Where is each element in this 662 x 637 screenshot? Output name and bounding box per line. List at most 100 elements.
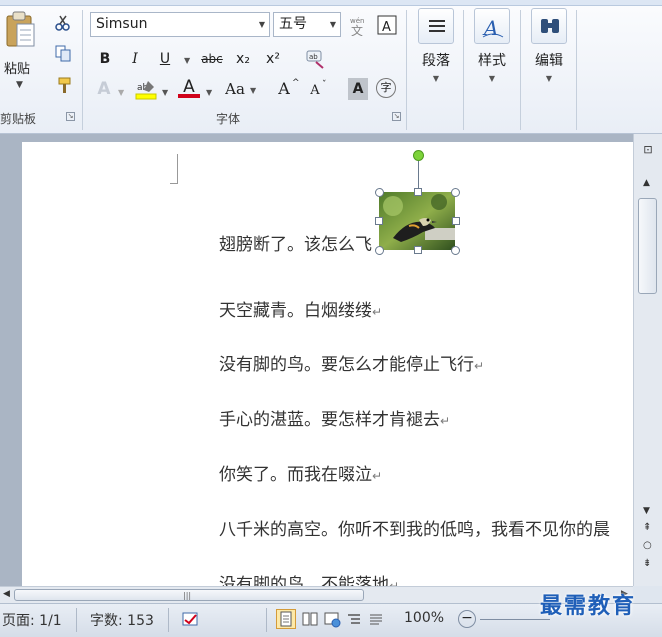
next-page-icon[interactable]: ⇟	[643, 558, 651, 569]
print-layout-view-icon[interactable]	[276, 609, 296, 629]
font-size-combo[interactable]: 五号 ▼	[273, 12, 341, 37]
proofing-icon[interactable]	[180, 610, 202, 630]
resize-handle-left[interactable]	[375, 217, 383, 225]
chevron-down-icon: ▼	[432, 74, 440, 83]
resize-handle-right[interactable]	[452, 217, 460, 225]
svg-text:文: 文	[351, 23, 363, 36]
bold-button[interactable]: B	[96, 48, 114, 70]
grip-icon: |||	[183, 591, 192, 600]
paragraph-5[interactable]: 你笑了。而我在啜泣↵	[219, 460, 382, 485]
chevron-down-icon[interactable]: ▼	[259, 13, 265, 36]
copy-icon[interactable]	[54, 44, 72, 62]
font-size-value: 五号	[279, 16, 307, 32]
word-count[interactable]: 字数: 153	[90, 610, 154, 630]
margin-corner-mark	[170, 183, 178, 184]
character-shading-button[interactable]: A	[348, 78, 368, 100]
status-separator	[266, 608, 267, 632]
paragraph-mark-icon: ↵	[372, 469, 383, 483]
resize-handle-bottom-right[interactable]	[451, 246, 460, 255]
group-separator	[406, 10, 407, 130]
highlight-color-icon[interactable]: ab	[134, 78, 158, 100]
chevron-down-icon[interactable]: ▼	[118, 88, 124, 97]
browse-object-icon[interactable]: ○	[643, 540, 652, 551]
scroll-up-icon[interactable]: ▲	[643, 178, 650, 188]
grow-font-button[interactable]: A	[274, 78, 294, 100]
font-color-button[interactable]: A	[178, 76, 200, 98]
group-separator	[520, 10, 521, 130]
chevron-down-icon[interactable]: ▼	[206, 88, 212, 97]
paragraph-mark-icon: ↵	[389, 579, 400, 586]
paragraph-1[interactable]: 翅膀断了。该怎么飞	[219, 230, 372, 255]
strikethrough-button[interactable]: abc	[198, 48, 226, 70]
rotate-handle-line	[418, 161, 419, 191]
horizontal-scrollbar[interactable]: ◀ ||| ▶	[0, 586, 633, 603]
clipboard-dialog-launcher[interactable]: ↘	[66, 112, 75, 121]
resize-handle-bottom-left[interactable]	[375, 246, 384, 255]
document-page[interactable]: 翅膀断了。该怎么飞 天空藏青。白烟缕缕↵ 没有脚的鸟。要怎么才能停止飞行↵ 手心…	[22, 142, 633, 586]
superscript-button[interactable]: x²	[262, 48, 284, 70]
zoom-level[interactable]: 100%	[404, 610, 444, 626]
paragraph-mark-icon: ↵	[474, 359, 485, 373]
previous-page-icon[interactable]: ⇞	[643, 522, 651, 533]
status-separator	[76, 608, 77, 632]
caret-down-icon: ˇ	[322, 80, 327, 90]
rotate-handle[interactable]	[413, 150, 424, 161]
horizontal-scroll-thumb[interactable]: |||	[14, 589, 364, 601]
vertical-scroll-thumb[interactable]	[638, 198, 657, 294]
paragraph-2[interactable]: 天空藏青。白烟缕缕↵	[219, 296, 382, 321]
chevron-down-icon[interactable]: ▼	[250, 86, 256, 95]
resize-handle-bottom[interactable]	[414, 246, 422, 254]
resize-handle-top-right[interactable]	[451, 188, 460, 197]
cut-icon[interactable]	[54, 14, 72, 32]
view-ruler-icon[interactable]: ⊡	[640, 142, 656, 158]
watermark-logo: 最需教育	[540, 593, 637, 619]
outline-view-icon[interactable]	[344, 609, 364, 629]
styles-button[interactable]: A 样式 ▼	[468, 8, 516, 104]
group-separator	[463, 10, 464, 130]
full-screen-reading-view-icon[interactable]	[300, 609, 320, 629]
paragraph-7[interactable]: 没有脚的鸟。不能落地↵	[219, 570, 399, 586]
scroll-down-icon[interactable]: ▼	[643, 506, 650, 516]
chevron-down-icon: ▼	[488, 74, 496, 83]
paragraph-3[interactable]: 没有脚的鸟。要怎么才能停止飞行↵	[219, 350, 484, 375]
page-count[interactable]: 页面: 1/1	[2, 610, 62, 630]
clear-formatting-icon[interactable]: ab	[304, 48, 326, 70]
format-painter-icon[interactable]	[54, 76, 72, 94]
chevron-down-icon[interactable]: ▼	[162, 88, 168, 97]
underline-button[interactable]: U	[156, 48, 174, 70]
bird-picture[interactable]	[379, 192, 455, 250]
binoculars-icon	[531, 8, 567, 44]
chevron-down-icon[interactable]: ▼	[184, 56, 190, 65]
paragraph-label: 段落	[422, 53, 450, 69]
svg-text:A: A	[382, 20, 391, 35]
paragraph-button[interactable]: 段落 ▼	[412, 8, 460, 104]
change-case-button[interactable]: Aa	[222, 78, 248, 100]
resize-handle-top-left[interactable]	[375, 188, 384, 197]
phonetic-guide-icon[interactable]: wén 文	[348, 14, 370, 38]
draft-view-icon[interactable]	[366, 609, 386, 629]
chevron-down-icon[interactable]: ▼	[330, 13, 336, 36]
zoom-out-icon[interactable]: −	[458, 610, 476, 628]
resize-handle-top[interactable]	[414, 188, 422, 196]
web-layout-view-icon[interactable]	[322, 609, 342, 629]
character-border-icon[interactable]: A	[376, 14, 398, 36]
margin-corner-mark	[177, 154, 178, 184]
font-name-combo[interactable]: Simsun ▼	[90, 12, 270, 37]
paste-button-label[interactable]: 粘贴	[4, 58, 30, 77]
vertical-scrollbar[interactable]: ⊡ ▲ ▼ ⇞ ○ ⇟	[633, 134, 662, 586]
scroll-left-icon[interactable]: ◀	[3, 589, 10, 599]
text-effects-button[interactable]: A	[94, 78, 114, 100]
enclose-characters-button[interactable]: 字	[376, 78, 396, 98]
paste-dropdown-icon[interactable]: ▼	[16, 80, 23, 90]
paragraph-6[interactable]: 八千米的高空。你听不到我的低鸣，我看不见你的晨	[219, 515, 610, 540]
italic-button[interactable]: I	[126, 48, 144, 70]
font-name-value: Simsun	[96, 16, 148, 32]
group-separator	[82, 10, 83, 130]
clipboard-group-label: 剪贴板	[0, 112, 37, 126]
ribbon: 粘贴 ▼ 剪贴板 ↘ Simsun ▼ 五号 ▼ wén 文 A B I U ▼ …	[0, 0, 662, 134]
paragraph-4[interactable]: 手心的湛蓝。要怎样才肯褪去↵	[219, 405, 450, 430]
paste-icon[interactable]	[4, 10, 38, 50]
font-dialog-launcher[interactable]: ↘	[392, 112, 401, 121]
subscript-button[interactable]: x₂	[232, 48, 254, 70]
editing-button[interactable]: 编辑 ▼	[525, 8, 573, 104]
